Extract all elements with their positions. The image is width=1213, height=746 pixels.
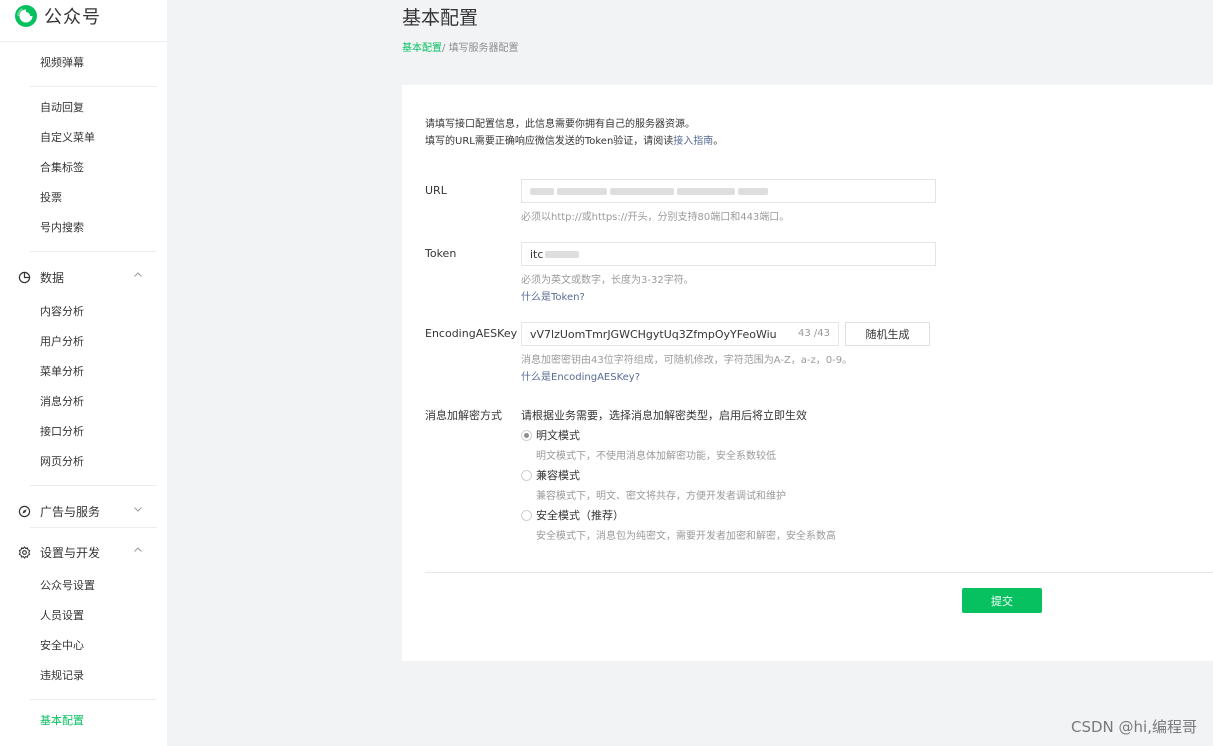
sidebar-group-label: 广告与服务 <box>40 505 101 519</box>
radio-button[interactable] <box>521 469 532 481</box>
sidebar-divider <box>30 527 157 528</box>
gear-icon <box>18 546 31 559</box>
access-guide-link[interactable]: 接入指南 <box>673 136 713 147</box>
radio-secure-mode[interactable]: 安全模式（推荐） <box>521 507 624 523</box>
submit-button[interactable]: 提交 <box>962 588 1042 613</box>
intro-line-2: 填写的URL需要正确响应微信发送的Token验证，请阅读接入指南。 <box>425 133 723 150</box>
radio-label: 安全模式（推荐） <box>536 509 624 522</box>
sidebar-item-collection-tags[interactable]: 合集标签 <box>40 161 84 175</box>
sidebar-item-content-analysis[interactable]: 内容分析 <box>40 305 84 319</box>
url-hint: 必须以http://或https://开头，分别支持80端口和443端口。 <box>521 212 790 223</box>
sidebar-item-vote[interactable]: 投票 <box>40 191 62 205</box>
sidebar-item-menu-analysis[interactable]: 菜单分析 <box>40 365 84 379</box>
redacted-text <box>738 187 768 195</box>
sidebar-group-data[interactable]: 数据 <box>18 269 146 286</box>
token-label: Token <box>425 247 457 260</box>
token-hint: 必须为英文或数字，长度为3-32字符。 <box>521 275 694 286</box>
intro-text: 请填写接口配置信息，此信息需要你拥有自己的服务器资源。 填写的URL需要正确响应… <box>425 116 723 150</box>
aes-key-char-count: 43 /43 <box>796 328 830 339</box>
chevron-up-icon <box>133 545 143 555</box>
sidebar-divider <box>30 86 157 87</box>
sidebar-group-ads-services[interactable]: 广告与服务 <box>18 503 146 520</box>
sidebar-item-message-analysis[interactable]: 消息分析 <box>40 395 84 409</box>
radio-label: 明文模式 <box>536 429 580 442</box>
sidebar-item-violation-records[interactable]: 违规记录 <box>40 669 84 683</box>
sidebar-item-webpage-analysis[interactable]: 网页分析 <box>40 455 84 469</box>
pie-chart-icon <box>18 271 31 284</box>
what-is-token-link[interactable]: 什么是Token? <box>521 288 585 303</box>
token-input[interactable]: itc <box>521 242 936 266</box>
breadcrumb-link-basic-config[interactable]: 基本配置 <box>402 43 442 54</box>
redacted-text <box>557 187 607 195</box>
what-is-aes-key-link[interactable]: 什么是EncodingAESKey? <box>521 368 640 383</box>
breadcrumb: 基本配置/ 填写服务器配置 <box>402 39 519 54</box>
encryption-mode-intro: 请根据业务需要，选择消息加解密类型，启用后将立即生效 <box>521 409 807 422</box>
server-config-card: 请填写接口配置信息，此信息需要你拥有自己的服务器资源。 填写的URL需要正确响应… <box>402 85 1213 661</box>
encryption-mode-label: 消息加解密方式 <box>425 409 502 422</box>
sidebar-item-security-center[interactable]: 安全中心 <box>40 639 84 653</box>
sidebar-group-settings-dev[interactable]: 设置与开发 <box>18 544 146 561</box>
redacted-text <box>677 187 735 195</box>
sidebar-divider <box>30 251 157 252</box>
sidebar-item-custom-menu[interactable]: 自定义菜单 <box>40 131 95 145</box>
plaintext-mode-desc: 明文模式下，不使用消息体加解密功能，安全系数较低 <box>536 451 776 462</box>
sidebar-item-basic-config[interactable]: 基本配置 <box>40 714 84 728</box>
wechat-official-account-icon <box>14 4 38 28</box>
sidebar-divider <box>30 485 157 486</box>
intro-line-1: 请填写接口配置信息，此信息需要你拥有自己的服务器资源。 <box>425 119 695 130</box>
sidebar-item-auto-reply[interactable]: 自动回复 <box>40 101 84 115</box>
compatible-mode-desc: 兼容模式下，明文、密文将共存，方便开发者调试和维护 <box>536 491 786 502</box>
aes-key-hint: 消息加密密钥由43位字符组成，可随机修改，字符范围为A-Z，a-z，0-9。 <box>521 355 853 366</box>
breadcrumb-current: 填写服务器配置 <box>448 43 519 54</box>
sidebar-item-member-settings[interactable]: 人员设置 <box>40 609 84 623</box>
radio-button[interactable] <box>521 429 532 441</box>
intro-line-2-text: 填写的URL需要正确响应微信发送的Token验证，请阅读 <box>425 136 674 147</box>
sidebar-divider <box>0 41 167 42</box>
secure-mode-desc: 安全模式下，消息包为纯密文，需要开发者加密和解密，安全系数高 <box>536 531 836 542</box>
chevron-up-icon <box>133 270 143 280</box>
radio-button[interactable] <box>521 509 532 521</box>
radio-compatible-mode[interactable]: 兼容模式 <box>521 467 580 483</box>
redacted-text <box>610 187 674 195</box>
sidebar-group-label: 设置与开发 <box>40 546 101 560</box>
chevron-down-icon <box>133 504 143 514</box>
token-value: itc <box>530 247 544 261</box>
sidebar: 公众号 视频弹幕 自动回复 自定义菜单 合集标签 投票 号内搜索 数据 内容分析… <box>0 0 167 746</box>
sidebar-group-label: 数据 <box>40 271 65 285</box>
form-divider <box>425 572 1213 573</box>
sidebar-item-video-danmaku[interactable]: 视频弹幕 <box>40 56 84 70</box>
radio-plaintext-mode[interactable]: 明文模式 <box>521 427 580 443</box>
watermark: CSDN @hi,编程哥 <box>1071 718 1197 736</box>
sidebar-item-account-settings[interactable]: 公众号设置 <box>40 579 95 593</box>
redacted-text <box>545 250 580 258</box>
sidebar-item-in-account-search[interactable]: 号内搜索 <box>40 221 84 235</box>
redacted-text <box>530 187 554 195</box>
sidebar-item-user-analysis[interactable]: 用户分析 <box>40 335 84 349</box>
url-input[interactable] <box>521 179 936 203</box>
radio-label: 兼容模式 <box>536 469 580 482</box>
compass-icon <box>18 505 31 518</box>
url-label: URL <box>425 184 447 197</box>
page-title: 基本配置 <box>402 7 479 29</box>
intro-line-2-suffix: 。 <box>713 136 724 147</box>
sidebar-item-interface-analysis[interactable]: 接口分析 <box>40 425 84 439</box>
brand-logo[interactable]: 公众号 <box>14 3 101 29</box>
sidebar-divider <box>30 699 157 700</box>
aes-key-input[interactable]: vV7lzUomTmrJGWCHgytUq3ZfmpOyYFeoWiu 43 /… <box>521 322 839 346</box>
random-generate-button[interactable]: 随机生成 <box>845 322 930 346</box>
brand-name: 公众号 <box>44 7 101 28</box>
aes-key-label: EncodingAESKey <box>425 327 518 340</box>
aes-key-value: vV7lzUomTmrJGWCHgytUq3ZfmpOyYFeoWiu <box>530 327 777 341</box>
